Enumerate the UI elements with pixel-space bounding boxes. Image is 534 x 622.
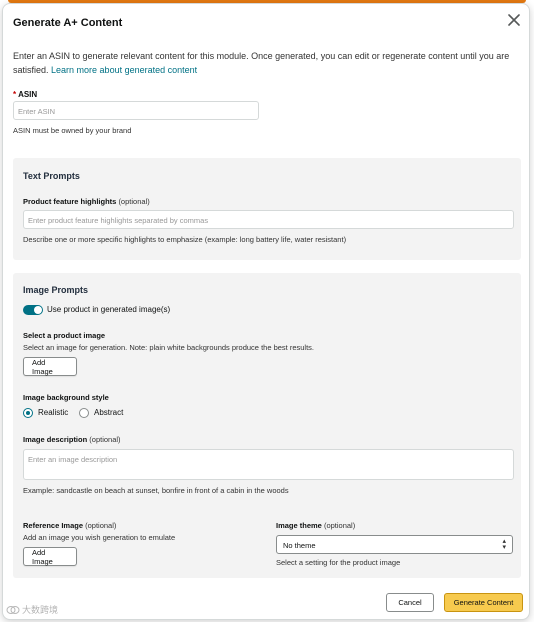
asin-label-text: ASIN: [18, 90, 38, 99]
add-product-image-button[interactable]: Add Image: [23, 357, 77, 376]
radio-realistic-label[interactable]: Realistic: [38, 408, 68, 417]
optional-tag: (optional): [118, 197, 150, 206]
select-product-image-hint: Select an image for generation. Note: pl…: [23, 343, 315, 352]
optional-tag: (optional): [85, 521, 117, 530]
radio-abstract-label[interactable]: Abstract: [94, 408, 123, 417]
image-theme-value: No theme: [283, 541, 316, 550]
feature-highlights-hint: Describe one or more specific highlights…: [23, 235, 347, 244]
chevron-updown-icon: ▴ ▾: [502, 538, 506, 551]
watermark: 大数跨境: [6, 603, 58, 616]
optional-tag: (optional): [323, 521, 356, 530]
generate-content-button[interactable]: Generate Content: [444, 593, 523, 612]
image-description-placeholder: Enter an image description: [28, 455, 118, 464]
reference-image-hint: Add an image you wish generation to emul…: [23, 533, 176, 542]
cancel-button[interactable]: Cancel: [386, 593, 434, 612]
image-theme-label: Image theme (optional): [276, 521, 355, 530]
feature-highlights-placeholder: Enter product feature highlights separat…: [28, 216, 209, 225]
feature-highlights-label-text: Product feature highlights: [23, 197, 117, 206]
asin-placeholder: Enter ASIN: [18, 107, 56, 116]
watermark-logo-icon: [6, 605, 20, 614]
optional-tag: (optional): [89, 435, 121, 444]
watermark-text: 大数跨境: [22, 605, 59, 615]
image-description-label: Image description (optional): [23, 435, 121, 444]
feature-highlights-label: Product feature highlights (optional): [23, 197, 150, 206]
intro-text: Enter an ASIN to generate relevant conte…: [13, 49, 513, 77]
add-reference-image-button[interactable]: Add Image: [23, 547, 77, 566]
image-description-hint: Example: sandcastle on beach at sunset, …: [23, 486, 289, 495]
asin-input[interactable]: Enter ASIN: [13, 101, 259, 120]
image-theme-label-text: Image theme: [276, 521, 322, 530]
background-style-label: Image background style: [23, 393, 109, 402]
required-mark: *: [13, 90, 17, 99]
image-theme-select[interactable]: No theme ▴ ▾: [276, 535, 513, 554]
select-product-image-label: Select a product image: [23, 331, 106, 340]
use-product-toggle-label: Use product in generated image(s): [47, 305, 171, 314]
text-prompts-panel: Text Prompts Product feature highlights …: [13, 158, 521, 260]
radio-abstract[interactable]: [79, 408, 89, 418]
image-prompts-panel: Image Prompts Use product in generated i…: [13, 273, 521, 578]
modal-title: Generate A+ Content: [13, 17, 123, 29]
reference-image-label: Reference Image (optional): [23, 521, 116, 530]
use-product-toggle[interactable]: [23, 305, 43, 315]
image-theme-hint: Select a setting for the product image: [276, 558, 401, 567]
feature-highlights-input[interactable]: Enter product feature highlights separat…: [23, 210, 514, 229]
image-prompts-title: Image Prompts: [23, 285, 89, 295]
reference-image-label-text: Reference Image: [23, 521, 84, 530]
image-description-label-text: Image description: [23, 435, 88, 444]
text-prompts-title: Text Prompts: [23, 171, 80, 181]
learn-more-link[interactable]: Learn more about generated content: [51, 65, 197, 75]
generate-content-modal: Generate A+ Content Enter an ASIN to gen…: [2, 3, 530, 620]
asin-hint: ASIN must be owned by your brand: [13, 126, 132, 135]
asin-label: * ASIN: [13, 90, 37, 99]
image-description-textarea[interactable]: Enter an image description: [23, 449, 514, 480]
radio-realistic[interactable]: [23, 408, 33, 418]
close-icon[interactable]: [506, 12, 522, 28]
